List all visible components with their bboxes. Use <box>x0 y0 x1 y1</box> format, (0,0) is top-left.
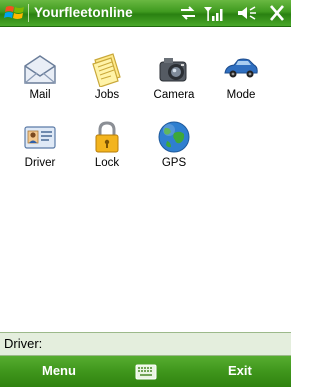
title-bar: Yourfleetonline <box>0 0 291 27</box>
app-label: Camera <box>153 89 195 101</box>
window-title: Yourfleetonline <box>34 5 133 20</box>
app-label: Jobs <box>94 89 120 101</box>
app-label: GPS <box>161 157 187 169</box>
connectivity-icon[interactable] <box>178 4 198 22</box>
app-camera[interactable]: Camera <box>144 45 204 109</box>
app-mail[interactable]: Mail <box>10 45 70 109</box>
exit-softkey[interactable]: Exit <box>228 363 252 378</box>
app-jobs[interactable]: Jobs <box>77 45 137 109</box>
app-lock[interactable]: Lock <box>77 113 137 177</box>
app-grid: Mail Jobs Camera Mode Driver Lock GPS <box>0 27 291 331</box>
driver-status-bar: Driver: <box>0 332 291 356</box>
id-card-icon <box>24 126 56 149</box>
signal-strength-icon[interactable] <box>203 4 225 22</box>
jobs-icon <box>92 53 121 87</box>
camera-icon <box>159 58 187 82</box>
close-icon[interactable] <box>266 4 288 22</box>
app-label: Driver <box>24 157 56 169</box>
car-icon <box>224 58 258 78</box>
volume-icon[interactable] <box>235 4 257 22</box>
app-label: Lock <box>94 157 120 169</box>
menu-softkey[interactable]: Menu <box>42 363 76 378</box>
app-label: Mail <box>29 89 51 101</box>
title-separator <box>28 4 29 22</box>
softkey-bar: Menu Exit <box>0 356 291 387</box>
mail-icon <box>24 55 56 84</box>
app-driver[interactable]: Driver <box>10 113 70 177</box>
app-mode[interactable]: Mode <box>211 45 271 109</box>
keyboard-icon[interactable] <box>135 364 157 380</box>
app-label: Mode <box>226 89 256 101</box>
windows-start-icon[interactable] <box>4 3 26 23</box>
lock-icon <box>95 121 119 153</box>
driver-label: Driver: <box>4 336 43 351</box>
globe-icon <box>158 121 190 153</box>
app-gps[interactable]: GPS <box>144 113 204 177</box>
